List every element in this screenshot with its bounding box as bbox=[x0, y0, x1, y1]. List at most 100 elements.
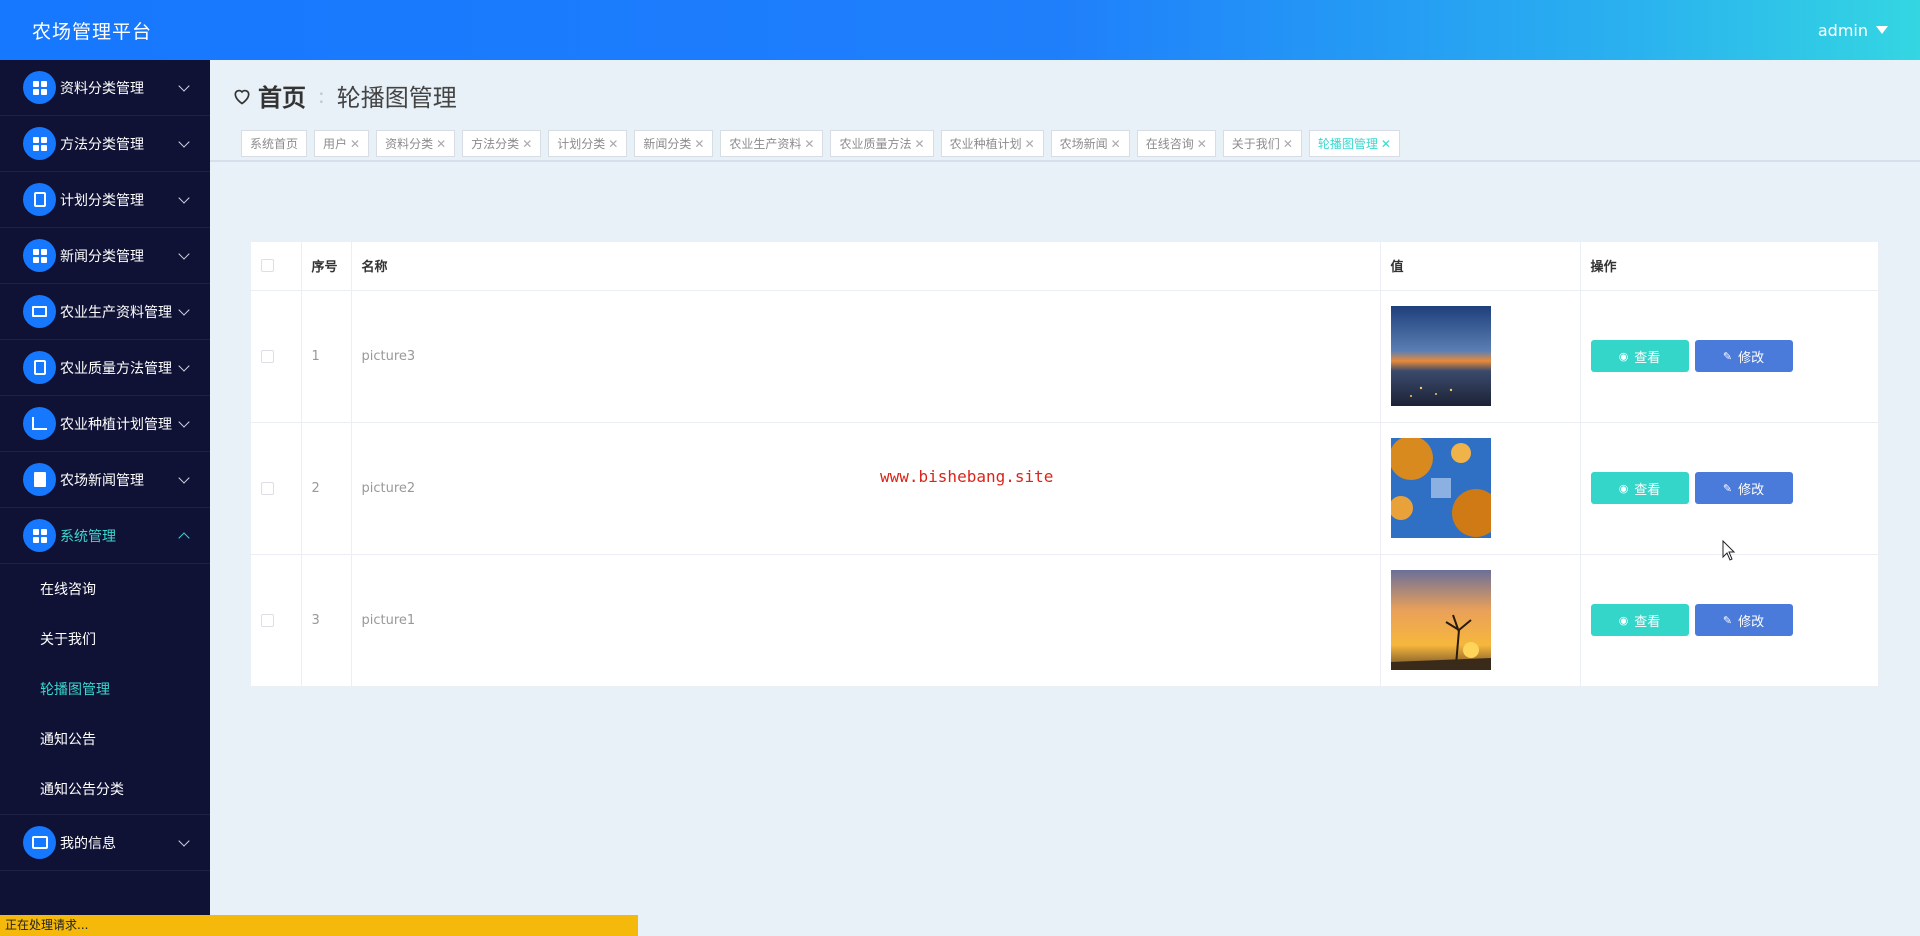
close-icon[interactable]: ✕ bbox=[350, 137, 360, 151]
sidebar-item-production-material[interactable]: 农业生产资料管理 bbox=[0, 284, 210, 340]
mouse-cursor-icon bbox=[1722, 540, 1736, 561]
eye-icon: ◉ bbox=[1618, 481, 1629, 495]
close-icon[interactable]: ✕ bbox=[1111, 137, 1121, 151]
carousel-thumbnail[interactable] bbox=[1390, 570, 1491, 670]
view-button[interactable]: ◉ 查看 bbox=[1590, 604, 1689, 636]
tab-quality-method[interactable]: 农业质量方法 ✕ bbox=[830, 130, 934, 157]
view-button[interactable]: ◉ 查看 bbox=[1590, 340, 1689, 372]
eye-icon: ◉ bbox=[1618, 349, 1629, 363]
row-checkbox[interactable] bbox=[261, 613, 274, 627]
tab-plan-category[interactable]: 计划分类 ✕ bbox=[548, 130, 628, 157]
select-all-checkbox[interactable] bbox=[261, 259, 274, 273]
row-actions: ◉ 查看 ✎ 修改 bbox=[1580, 554, 1879, 687]
sidebar-item-plan-category[interactable]: 计划分类管理 bbox=[0, 172, 210, 228]
tab-planting-plan[interactable]: 农业种植计划 ✕ bbox=[940, 130, 1044, 157]
tab-about[interactable]: 关于我们 ✕ bbox=[1222, 130, 1302, 157]
row-select-cell bbox=[251, 290, 302, 423]
tab-carousel[interactable]: 轮播图管理 ✕ bbox=[1308, 130, 1400, 157]
row-checkbox[interactable] bbox=[261, 481, 274, 495]
breadcrumb: 首页 : 轮播图管理 bbox=[232, 78, 457, 113]
close-icon[interactable]: ✕ bbox=[804, 137, 814, 151]
table-header-row: 序号 名称 值 操作 bbox=[251, 242, 1879, 291]
breadcrumb-separator: : bbox=[318, 83, 325, 108]
close-icon[interactable]: ✕ bbox=[608, 137, 618, 151]
close-icon[interactable]: ✕ bbox=[522, 137, 532, 151]
row-actions: ◉ 查看 ✎ 修改 bbox=[1580, 290, 1879, 423]
pencil-icon: ✎ bbox=[1722, 613, 1733, 627]
breadcrumb-home[interactable]: 首页 bbox=[258, 78, 306, 113]
sidebar-item-planting-plan[interactable]: 农业种植计划管理 bbox=[0, 396, 210, 452]
tab-method-category[interactable]: 方法分类 ✕ bbox=[462, 130, 542, 157]
sidebar-item-news-category[interactable]: 新闻分类管理 bbox=[0, 228, 210, 284]
chevron-down-icon bbox=[178, 136, 190, 148]
sidebar-item-label: 计划分类管理 bbox=[60, 192, 144, 209]
table-row: 1 picture3 ◉ 查看 ✎ 修改 bbox=[251, 290, 1879, 423]
tab-home[interactable]: 系统首页 bbox=[241, 130, 308, 157]
chevron-down-icon bbox=[178, 80, 190, 92]
row-value-cell bbox=[1380, 290, 1581, 423]
caret-down-icon[interactable] bbox=[1876, 26, 1888, 34]
close-icon[interactable]: ✕ bbox=[1025, 137, 1035, 151]
sidebar-item-system[interactable]: 系统管理 bbox=[0, 508, 210, 564]
tab-news-category[interactable]: 新闻分类 ✕ bbox=[634, 130, 714, 157]
tab-label: 计划分类 bbox=[557, 137, 606, 151]
edit-button[interactable]: ✎ 修改 bbox=[1694, 340, 1793, 372]
grid-icon bbox=[23, 519, 56, 552]
sidebar-item-label: 资料分类管理 bbox=[60, 80, 144, 97]
sidebar-item-farm-news[interactable]: 农场新闻管理 bbox=[0, 452, 210, 508]
chevron-down-icon bbox=[178, 360, 190, 372]
eye-icon: ◉ bbox=[1618, 613, 1629, 627]
sidebar-item-label: 系统管理 bbox=[60, 528, 116, 545]
table-row: 3 picture1 ◉ 查看 ✎ 修改 bbox=[251, 554, 1879, 687]
sidebar-item-quality-method[interactable]: 农业质量方法管理 bbox=[0, 340, 210, 396]
edit-button[interactable]: ✎ 修改 bbox=[1694, 604, 1793, 636]
close-icon[interactable]: ✕ bbox=[915, 137, 925, 151]
watermark-text: www.bishebang.site bbox=[880, 467, 1054, 486]
tab-consult[interactable]: 在线咨询 ✕ bbox=[1136, 130, 1216, 157]
submenu-item-notice[interactable]: 通知公告 bbox=[0, 714, 210, 764]
close-icon[interactable]: ✕ bbox=[1381, 137, 1391, 151]
submenu-item-notice-category[interactable]: 通知公告分类 bbox=[0, 764, 210, 814]
sidebar-item-label: 方法分类管理 bbox=[60, 136, 144, 153]
tab-production-material[interactable]: 农业生产资料 ✕ bbox=[720, 130, 824, 157]
header-name: 名称 bbox=[351, 242, 1381, 291]
carousel-thumbnail[interactable] bbox=[1390, 438, 1491, 538]
sidebar-item-my-info[interactable]: 我的信息 bbox=[0, 815, 210, 871]
chevron-down-icon bbox=[178, 835, 190, 847]
tab-label: 方法分类 bbox=[471, 137, 520, 151]
carousel-thumbnail[interactable] bbox=[1390, 306, 1491, 406]
monitor-icon bbox=[23, 295, 56, 328]
sidebar-item-label: 农业质量方法管理 bbox=[60, 360, 172, 377]
sidebar: 资料分类管理 方法分类管理 计划分类管理 新闻分类管理 农业生产资料管理 农业质… bbox=[0, 60, 210, 936]
close-icon[interactable]: ✕ bbox=[1197, 137, 1207, 151]
view-button-label: 查看 bbox=[1634, 350, 1661, 366]
sidebar-item-method-category[interactable]: 方法分类管理 bbox=[0, 116, 210, 172]
submenu-item-consult[interactable]: 在线咨询 bbox=[0, 564, 210, 614]
sidebar-item-material-category[interactable]: 资料分类管理 bbox=[0, 60, 210, 116]
close-icon[interactable]: ✕ bbox=[1283, 137, 1293, 151]
edit-button[interactable]: ✎ 修改 bbox=[1694, 472, 1793, 504]
username[interactable]: admin bbox=[1818, 21, 1868, 40]
tab-material-category[interactable]: 资料分类 ✕ bbox=[376, 130, 456, 157]
close-icon[interactable]: ✕ bbox=[694, 137, 704, 151]
chevron-down-icon bbox=[178, 192, 190, 204]
tab-bar: 系统首页 用户 ✕ 资料分类 ✕ 方法分类 ✕ 计划分类 ✕ 新闻分类 ✕ 农业生产资料 ✕… bbox=[241, 130, 1400, 157]
chevron-down-icon bbox=[178, 304, 190, 316]
tab-user[interactable]: 用户 ✕ bbox=[314, 130, 370, 157]
main-content: 首页 : 轮播图管理 系统首页 用户 ✕ 资料分类 ✕ 方法分类 ✕ 计划分类 ✕ 新闻… bbox=[210, 60, 1920, 936]
tab-farm-news[interactable]: 农场新闻 ✕ bbox=[1050, 130, 1130, 157]
view-button[interactable]: ◉ 查看 bbox=[1590, 472, 1689, 504]
grid-icon bbox=[23, 239, 56, 272]
row-select-cell bbox=[251, 554, 302, 687]
close-icon[interactable]: ✕ bbox=[436, 137, 446, 151]
tab-label: 关于我们 bbox=[1231, 137, 1280, 151]
tab-label: 资料分类 bbox=[385, 137, 434, 151]
row-index: 1 bbox=[301, 290, 352, 423]
submenu-item-about[interactable]: 关于我们 bbox=[0, 614, 210, 664]
select-all-cell bbox=[251, 242, 302, 291]
card-icon bbox=[23, 826, 56, 859]
row-checkbox[interactable] bbox=[261, 349, 274, 363]
user-menu[interactable]: admin bbox=[1818, 21, 1888, 40]
carousel-table: 序号 名称 值 操作 1 picture3 ◉ 查看 ✎ 修改 2 pictur… bbox=[251, 242, 1879, 687]
submenu-item-carousel[interactable]: 轮播图管理 bbox=[0, 664, 210, 714]
